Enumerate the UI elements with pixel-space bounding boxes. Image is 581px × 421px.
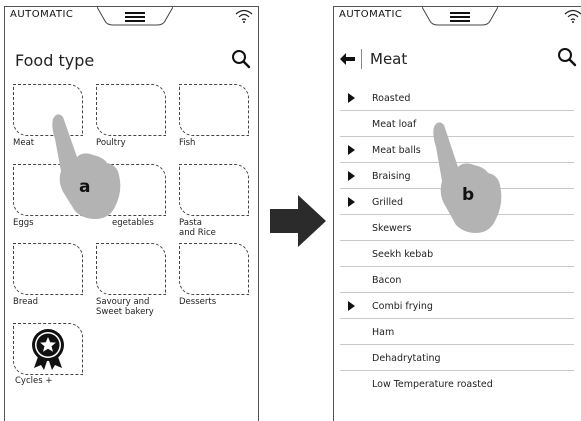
tile-desserts[interactable] [179, 243, 249, 295]
list-item[interactable]: Bacon [340, 267, 574, 293]
list-item[interactable]: Ham [340, 319, 574, 345]
list-item[interactable]: Combi frying [340, 293, 574, 319]
wifi-icon [235, 9, 253, 23]
submenu-arrow-icon [348, 197, 355, 207]
list-item-label: Seekh kebab [372, 249, 434, 260]
menu-icon [450, 12, 470, 22]
list-item-label: Grilled [372, 197, 404, 208]
page-title: Food type [15, 51, 95, 70]
list-item-label: Combi frying [372, 301, 433, 312]
hand-pointer-icon [52, 114, 121, 219]
meat-menu-screen: AUTOMATIC Meat Roasted Meat loaf Meat ball… [333, 6, 581, 421]
menu-tab[interactable] [97, 7, 173, 31]
tile-cycles[interactable] [13, 323, 83, 375]
menu-icon [125, 12, 145, 22]
list-item-label: Low Temperature roasted [372, 379, 493, 390]
hand-pointer-icon [433, 122, 502, 233]
food-type-screen: AUTOMATIC Food type Meat Poultry Fish Eg… [4, 6, 259, 421]
list-item-label: Meat loaf [372, 119, 417, 130]
list-item[interactable]: Roasted [340, 85, 574, 111]
tile-label-pasta-rice: Pasta and Rice [179, 218, 216, 238]
tile-label-bread: Bread [13, 297, 38, 307]
back-arrow-icon[interactable] [340, 53, 356, 65]
submenu-arrow-icon [348, 93, 355, 103]
page-title: Meat [370, 50, 408, 68]
badge-star-icon [32, 329, 64, 370]
tile-bread[interactable] [13, 243, 83, 295]
tile-pasta-rice[interactable] [179, 164, 249, 216]
tile-fish[interactable] [179, 84, 249, 136]
list-item-label: Braising [372, 171, 411, 182]
list-item[interactable]: Low Temperature roasted [340, 371, 574, 397]
search-icon[interactable] [557, 47, 577, 67]
submenu-arrow-icon [348, 145, 355, 155]
tile-label-cycles: Cycles + [15, 376, 53, 386]
mode-label: AUTOMATIC [339, 9, 403, 20]
transition-arrow-icon [270, 195, 326, 247]
submenu-arrow-icon [348, 171, 355, 181]
mode-label: AUTOMATIC [10, 9, 74, 20]
tile-label-desserts: Desserts [179, 297, 217, 307]
status-bar: AUTOMATIC [334, 7, 581, 33]
tile-label-meat: Meat [13, 138, 35, 148]
menu-tab[interactable] [422, 7, 498, 31]
submenu-arrow-icon [348, 301, 355, 311]
title-divider [361, 49, 362, 69]
list-item-label: Dehadrytating [372, 353, 441, 364]
list-item[interactable]: Seekh kebab [340, 241, 574, 267]
list-item-label: Bacon [372, 275, 402, 286]
tile-label-bakery: Savoury and Sweet bakery [96, 297, 154, 317]
tile-label-fish: Fish [179, 138, 196, 148]
tile-label-eggs: Eggs [13, 218, 34, 228]
callout-a: a [79, 177, 91, 197]
list-item[interactable]: Dehadrytating [340, 345, 574, 371]
status-bar: AUTOMATIC [5, 7, 258, 33]
tile-bakery[interactable] [96, 243, 166, 295]
list-item-label: Ham [372, 327, 395, 338]
list-item-label: Meat balls [372, 145, 421, 156]
search-icon[interactable] [231, 49, 251, 69]
callout-b: b [462, 185, 475, 205]
list-item-label: Roasted [372, 93, 411, 104]
wifi-icon [564, 9, 581, 23]
list-item-label: Skewers [372, 223, 412, 234]
